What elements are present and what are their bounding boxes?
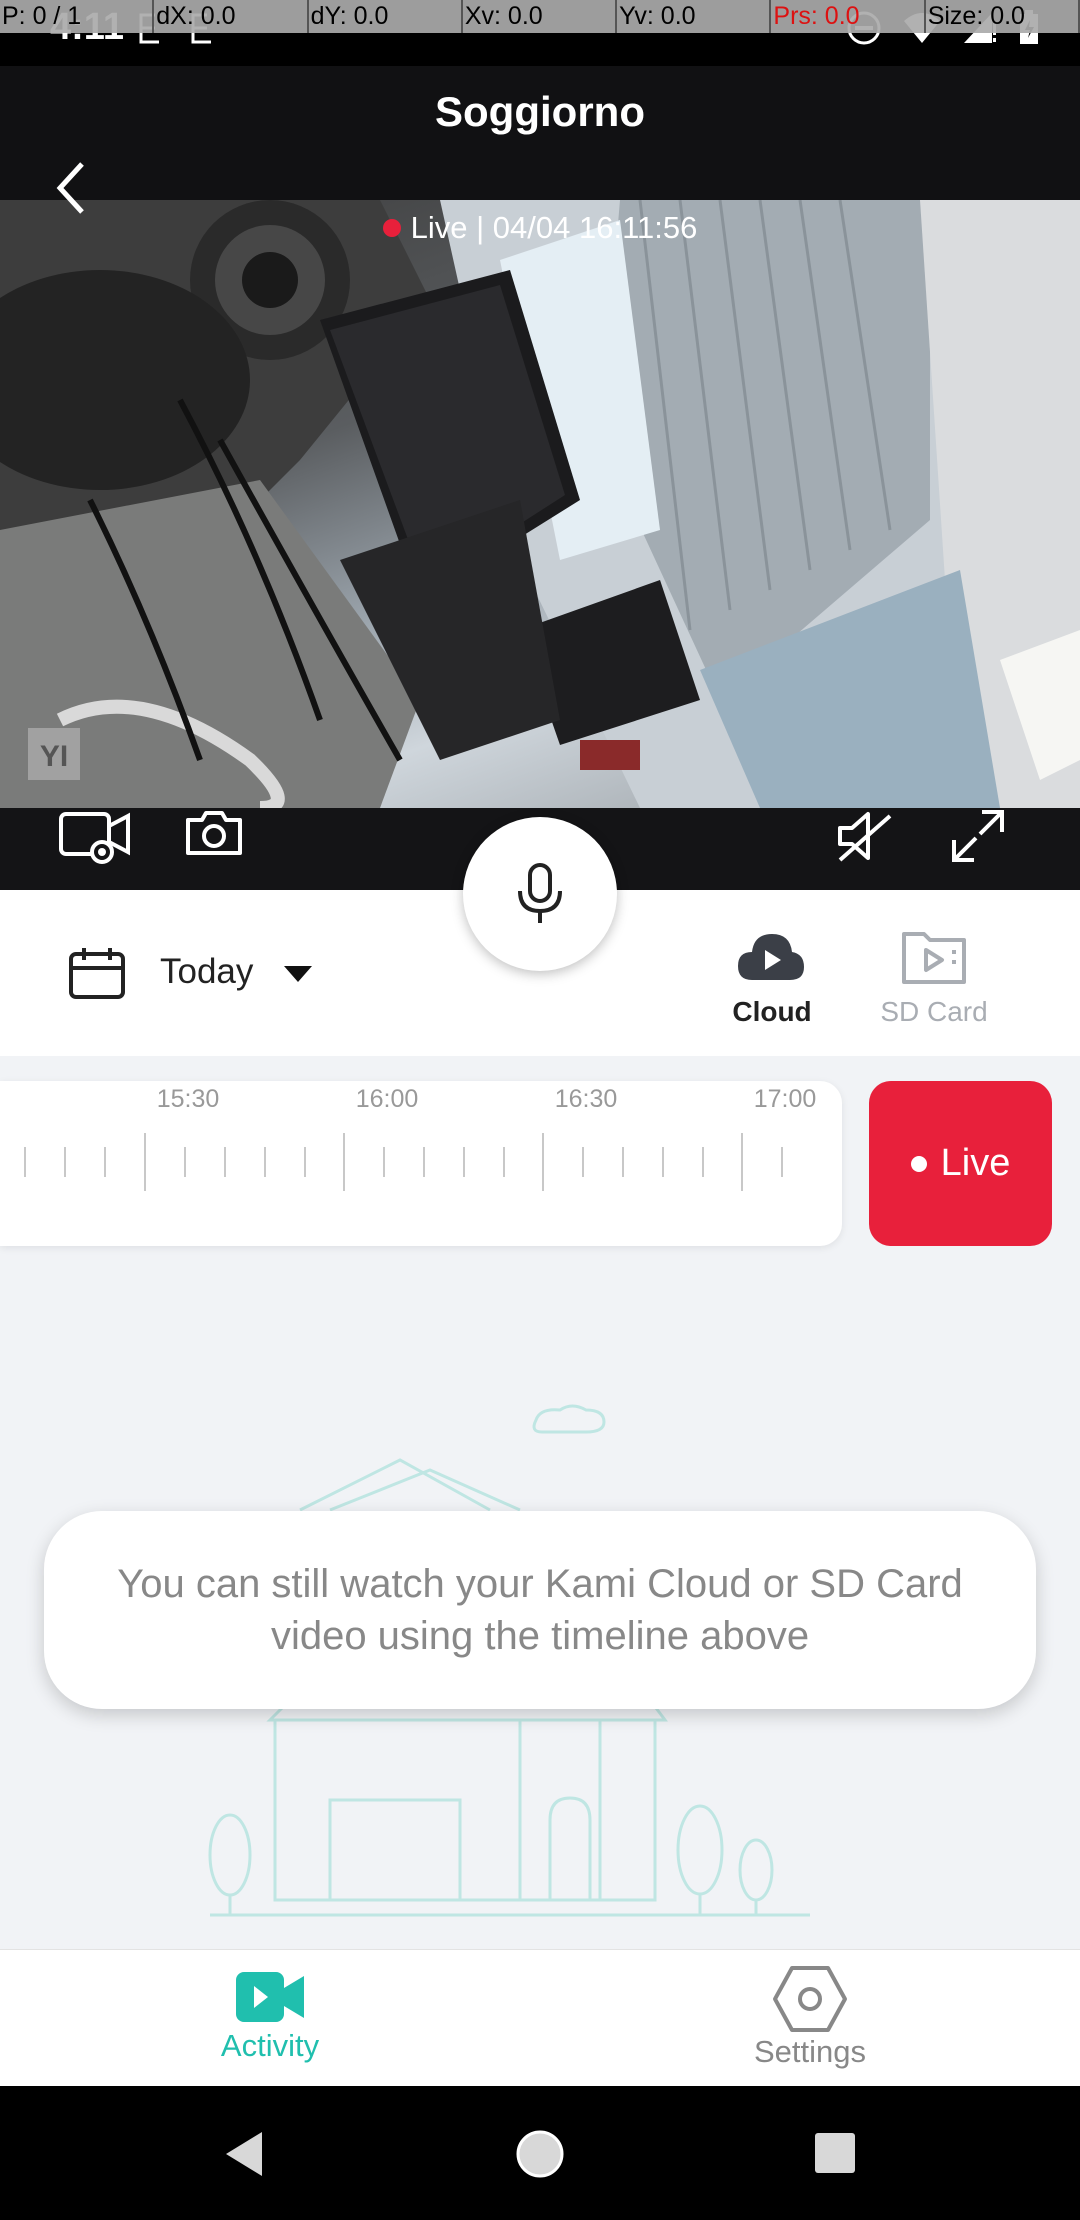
debug-field: Size: 0.0	[926, 0, 1080, 33]
recents-nav-icon[interactable]	[814, 2132, 856, 2174]
speaker-muted-icon	[838, 812, 892, 862]
playback-timeline[interactable]: 15:30 16:00 16:30 17:00	[0, 1081, 842, 1246]
calendar-button[interactable]	[68, 946, 126, 1005]
tab-settings[interactable]: Settings	[660, 1950, 960, 2087]
sd-card-icon	[902, 932, 966, 984]
debug-field: Xv: 0.0	[463, 0, 618, 33]
sd-card-source-tab[interactable]: SD Card	[864, 996, 1004, 1028]
system-navigation-bar	[0, 2086, 1080, 2220]
live-dot-icon	[382, 219, 401, 237]
tab-activity-label: Activity	[220, 2028, 320, 2063]
status-bar: 4:11 P: 0 / 1 dX: 0.0 dY: 0.0 Xv: 0.0 Yv…	[0, 0, 1080, 66]
caret-down-icon	[284, 966, 312, 982]
debug-field: Yv: 0.0	[617, 0, 772, 33]
cloud-source-tab[interactable]: Cloud	[702, 996, 842, 1028]
debug-field: dX: 0.0	[154, 0, 309, 33]
debug-field: dY: 0.0	[309, 0, 463, 33]
live-timestamp: Live | 04/04 16:11:56	[410, 210, 698, 245]
timeline-time-label: 15:30	[156, 1085, 220, 1113]
cloud-play-icon	[738, 934, 804, 980]
live-dot-icon	[910, 1155, 927, 1172]
video-record-icon	[59, 812, 130, 864]
camera-name: Soggiorno	[435, 88, 645, 135]
timeline-time-label: 16:30	[554, 1085, 618, 1113]
back-button[interactable]	[52, 160, 92, 221]
camera-image: YI	[0, 200, 1080, 808]
camera-live-feed[interactable]: YI	[0, 200, 1080, 808]
date-dropdown-toggle[interactable]	[282, 964, 314, 989]
fullscreen-button[interactable]	[950, 808, 1006, 869]
timeline-time-label: 16:00	[355, 1085, 419, 1113]
debug-field: P: 0 / 1	[0, 0, 155, 33]
chevron-left-icon	[56, 162, 84, 214]
microphone-icon	[518, 863, 562, 923]
go-live-label: Live	[940, 1142, 1011, 1184]
snapshot-button[interactable]	[184, 808, 244, 863]
record-button[interactable]	[58, 808, 132, 869]
home-nav-icon[interactable]	[514, 2128, 566, 2180]
go-live-button[interactable]: Live	[869, 1081, 1052, 1246]
sd-source-icon-wrap[interactable]	[900, 928, 970, 991]
camera-icon	[186, 811, 242, 855]
video-camera-icon	[236, 1972, 304, 2022]
pointer-debug-overlay: P: 0 / 1 dX: 0.0 dY: 0.0 Xv: 0.0 Yv: 0.0…	[0, 0, 1080, 33]
calendar-icon	[69, 948, 125, 999]
live-status: Live | 04/04 16:11:56	[0, 210, 1080, 246]
date-selector-label[interactable]: Today	[160, 952, 253, 992]
tab-settings-label: Settings	[753, 2034, 866, 2069]
bottom-navigation: Activity Settings	[0, 1949, 1080, 2086]
timeline-ticks	[24, 1133, 783, 1191]
cloud-source-icon-wrap[interactable]	[736, 930, 806, 989]
expand-icon	[952, 810, 1004, 862]
back-nav-icon[interactable]	[222, 2130, 266, 2178]
info-toast: You can still watch your Kami Cloud or S…	[44, 1511, 1036, 1709]
yi-watermark: YI	[40, 740, 68, 773]
talk-button[interactable]	[463, 817, 617, 971]
mute-button[interactable]	[834, 808, 894, 869]
tab-activity[interactable]: Activity	[120, 1950, 420, 2087]
settings-hexagon-icon	[773, 1966, 847, 2032]
debug-field: Prs: 0.0	[771, 0, 926, 33]
timeline-time-label: 17:00	[753, 1085, 817, 1113]
